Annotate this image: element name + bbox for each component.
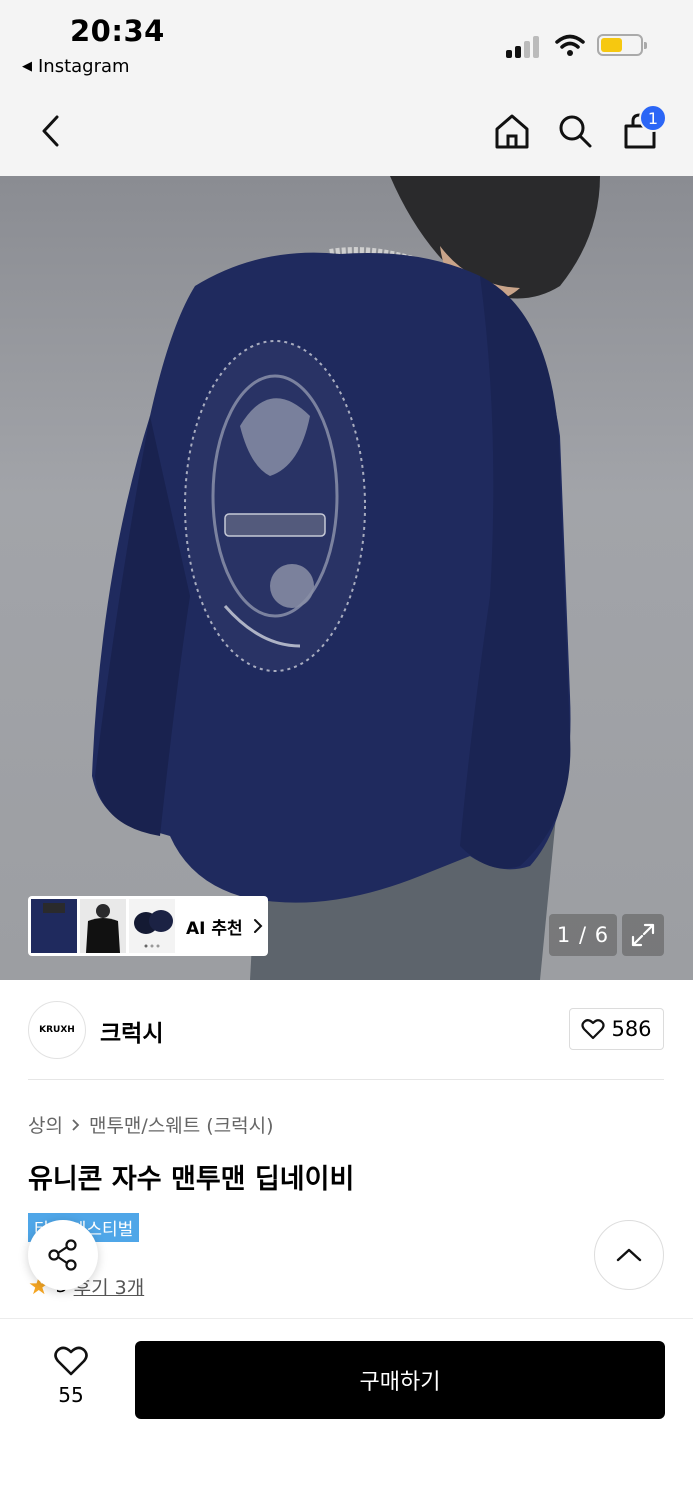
breadcrumb-subcategory[interactable]: 맨투맨/스웨트 (크럭시) <box>89 1111 274 1138</box>
chevron-up-icon <box>616 1248 642 1262</box>
expand-icon <box>631 923 655 947</box>
brand-logo-text: KRUXH <box>39 1025 75 1035</box>
cellular-signal-icon <box>506 34 542 58</box>
search-icon <box>559 115 592 148</box>
chevron-left-icon <box>42 115 59 147</box>
product-image-gallery[interactable]: AI 추천 1 / 6 <box>0 176 693 980</box>
brand-like-button[interactable]: 586 <box>569 1008 664 1050</box>
divider <box>28 1079 664 1080</box>
heart-icon <box>54 1346 88 1376</box>
brand-name[interactable]: 크럭시 <box>100 1014 163 1048</box>
product-title: 유니콘 자수 맨투맨 딥네이비 <box>28 1164 355 1195</box>
home-icon <box>495 114 529 149</box>
ai-recommend-link[interactable]: AI 추천 <box>186 914 263 939</box>
recommend-thumb-2[interactable] <box>80 899 126 953</box>
brand-like-count: 586 <box>611 1017 652 1041</box>
battery-icon <box>597 34 647 56</box>
product-photo <box>92 176 600 980</box>
wifi-icon <box>555 33 585 57</box>
ai-recommendation-bar[interactable]: AI 추천 <box>28 896 268 956</box>
recommend-thumb-3[interactable] <box>129 899 175 953</box>
nav-bar: 1 <box>0 88 693 176</box>
buy-button[interactable]: 구매하기 <box>135 1341 665 1419</box>
breadcrumb-category[interactable]: 상의 <box>28 1111 63 1138</box>
share-icon <box>48 1239 77 1271</box>
back-to-app-link[interactable]: ◀ Instagram <box>22 56 130 77</box>
breadcrumb-chevron-icon <box>72 1118 80 1131</box>
recommend-thumb-1[interactable] <box>31 899 77 953</box>
image-counter: 1 / 6 <box>549 914 617 956</box>
wishlist-button[interactable]: 55 <box>40 1345 102 1407</box>
cart-button[interactable]: 1 <box>617 104 667 154</box>
expand-button[interactable] <box>622 914 664 956</box>
brand-logo[interactable]: KRUXH <box>28 1001 86 1059</box>
ai-recommend-label: AI 추천 <box>186 918 243 939</box>
back-triangle-icon: ◀ <box>22 59 32 74</box>
wishlist-count: 55 <box>58 1383 84 1407</box>
bottom-bar: 55 구매하기 <box>0 1318 693 1500</box>
heart-icon <box>581 1019 606 1040</box>
search-button[interactable] <box>552 108 598 154</box>
back-button[interactable] <box>27 108 73 154</box>
status-time: 20:34 <box>70 14 165 48</box>
scroll-top-button[interactable] <box>594 1220 664 1290</box>
back-app-label: Instagram <box>38 56 130 77</box>
breadcrumb: 상의 맨투맨/스웨트 (크럭시) <box>28 1111 274 1138</box>
status-bar: 20:34 ◀ Instagram <box>0 0 693 88</box>
share-button[interactable] <box>28 1220 98 1290</box>
home-button[interactable] <box>489 108 535 154</box>
cart-count-badge: 1 <box>639 104 667 132</box>
battery-level <box>601 38 622 52</box>
chevron-right-icon <box>253 919 263 933</box>
